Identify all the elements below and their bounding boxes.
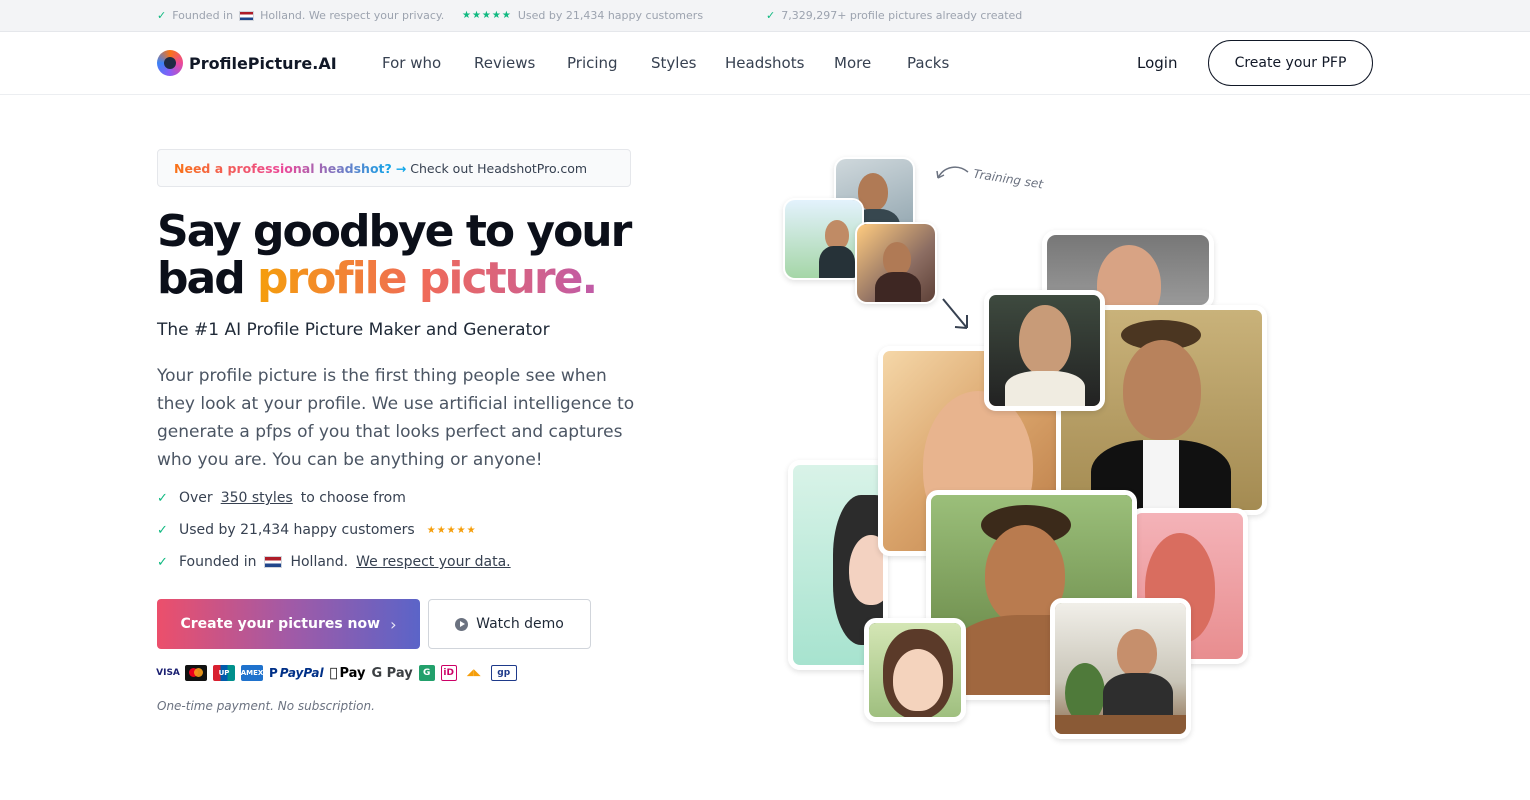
chevron-right-icon: › [390,614,397,634]
nav-link-styles[interactable]: Styles [651,54,697,72]
arrow-down-icon [942,298,968,329]
feature-text: Over [179,490,213,506]
feature-text: Used by 21,434 happy customers [179,522,415,538]
nav-link-pricing[interactable]: Pricing [567,54,618,72]
curved-arrow-icon [936,166,969,179]
watch-demo-button[interactable]: Watch demo [428,599,591,649]
amex-icon: AMEX [241,665,263,681]
topbar-created-text: 7,329,297+ profile pictures already crea… [781,9,1023,22]
hero-paragraph: Your profile picture is the first thing … [157,366,635,470]
apple-pay-label: Pay [331,665,365,681]
privacy-link[interactable]: We respect your data. [356,554,511,570]
training-set-label: Training set [972,166,1045,192]
check-icon: ✓ [766,9,776,22]
generated-photo-anime-small [864,618,966,722]
ideal-icon: iD [440,665,457,681]
visa-icon: VISA [156,668,180,678]
check-icon: ✓ [157,554,168,570]
training-photo-2 [783,198,864,280]
topbar-created: ✓ 7,329,297+ profile pictures already cr… [766,9,1022,22]
check-icon: ✓ [157,9,167,22]
nav-link-packs[interactable]: Packs [907,54,949,72]
star-rating-icon: ★★★★★ [462,10,512,21]
check-icon: ✓ [157,490,168,506]
watch-demo-label: Watch demo [476,616,564,632]
logo[interactable]: ProfilePicture.AI [157,50,337,76]
create-pictures-label: Create your pictures now [180,616,381,632]
topbar-customers-text: Used by 21,434 happy customers [517,9,704,22]
feature-founded: ✓ Founded in Holland. We respect your da… [157,554,511,570]
payment-fineprint: One-time payment. No subscription. [157,699,375,713]
payment-methods: VISA UP AMEX PPayPal Pay G Pay G iD ◢◣ … [156,663,517,683]
netherlands-flag-icon [264,556,283,568]
logo-icon [157,50,183,76]
feature-text: Holland. [290,554,349,570]
training-photo-3 [855,222,937,304]
create-pictures-button[interactable]: Create your pictures now › [157,599,420,649]
unionpay-icon: UP [213,665,235,681]
hero-headline: Say goodbye to your bad profile picture. [157,208,677,302]
bancontact-icon: ◢◣ [458,668,481,678]
styles-link[interactable]: 350 styles [221,490,293,506]
star-rating-icon: ★★★★★ [426,524,477,536]
nav-link-for-who[interactable]: For who [382,54,441,72]
feature-styles: ✓ Over 350 styles to choose from [157,490,406,506]
paypal-icon: P PayPal [269,666,324,680]
nav-link-reviews[interactable]: Reviews [474,54,535,72]
nav-link-more[interactable]: More [834,54,871,72]
nav-link-headshots[interactable]: Headshots [725,54,804,72]
topbar-privacy-text: Holland. We respect your privacy. [260,9,445,22]
topbar-customers: ★★★★★ Used by 21,434 happy customers [462,9,703,22]
generated-photo-small-portrait [984,290,1105,411]
google-pay-icon: G Pay [363,665,412,681]
main-nav: ProfilePicture.AI For who Reviews Pricin… [0,32,1530,95]
headline-line-1: Say goodbye to your [157,206,632,257]
banner-link-text[interactable]: Check out HeadshotPro.com [410,161,587,176]
login-link[interactable]: Login [1137,54,1177,72]
headline-bad: bad [157,253,246,304]
hero-subheading: The #1 AI Profile Picture Maker and Gene… [157,320,550,340]
check-icon: ✓ [157,522,168,538]
giropay-icon: G [418,665,435,681]
logo-text: ProfilePicture.AI [189,53,337,73]
feature-customers: ✓ Used by 21,434 happy customers ★★★★★ [157,522,477,538]
play-icon [455,617,469,631]
feature-text: Founded in [179,554,257,570]
top-info-bar: ✓ Founded in Holland. We respect your pr… [0,0,1530,32]
netherlands-flag-icon [239,10,255,21]
paypal-label: PayPal [279,666,324,680]
generated-photo-cafe [1050,598,1191,739]
topbar-founded: ✓ Founded in Holland. We respect your pr… [157,9,444,22]
topbar-founded-text: Founded in [172,9,234,22]
create-pfp-button[interactable]: Create your PFP [1208,40,1373,86]
headshot-banner[interactable]: Need a professional headshot? → Check ou… [157,149,631,187]
apple-pay-icon: Pay [330,665,366,681]
arrow-right-icon: → [395,160,407,176]
feature-text: to choose from [300,490,406,506]
banner-strong-text: Need a professional headshot? [174,160,392,176]
headline-gradient-text: profile picture. [257,253,598,304]
mastercard-icon [185,665,207,681]
gp-payment-icon: gp [490,665,517,681]
